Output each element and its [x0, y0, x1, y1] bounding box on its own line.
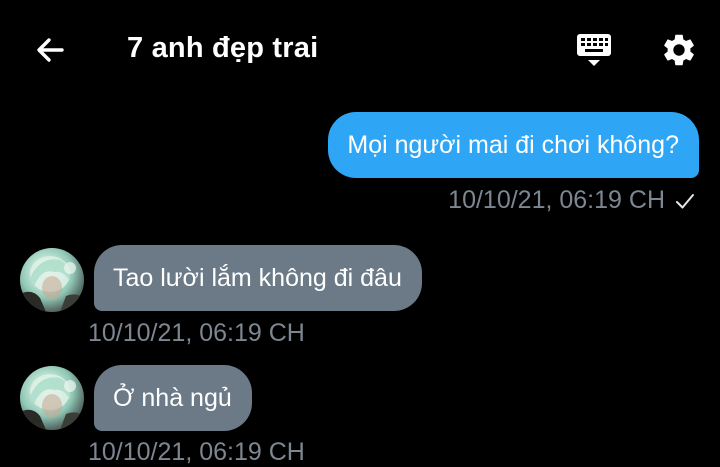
incoming-message-bubble[interactable]: Tao lười lắm không đi đâu [94, 245, 422, 311]
sender-avatar[interactable] [20, 366, 84, 430]
keyboard-button[interactable] [572, 28, 616, 72]
gear-icon [664, 34, 694, 66]
incoming-message-bubble[interactable]: Ở nhà ngủ [94, 365, 252, 431]
keyboard-icon [577, 34, 611, 66]
chat-title: 7 anh đẹp trai [127, 32, 319, 64]
message-timestamp: 10/10/21, 06:19 CH [88, 319, 305, 347]
avatar-image [20, 256, 84, 312]
sender-avatar[interactable] [20, 248, 84, 312]
chat-header: 7 anh đẹp trai [0, 0, 720, 96]
outgoing-message-bubble[interactable]: Mọi người mai đi chơi không? [328, 112, 699, 178]
checkmark-icon [676, 194, 694, 209]
message-timestamp: 10/10/21, 06:19 CH [448, 186, 665, 214]
arrow-left-icon [37, 38, 64, 62]
avatar-image [20, 374, 84, 430]
message-timestamp: 10/10/21, 06:19 CH [88, 438, 305, 466]
settings-button[interactable] [657, 28, 701, 72]
back-button[interactable] [30, 30, 70, 70]
